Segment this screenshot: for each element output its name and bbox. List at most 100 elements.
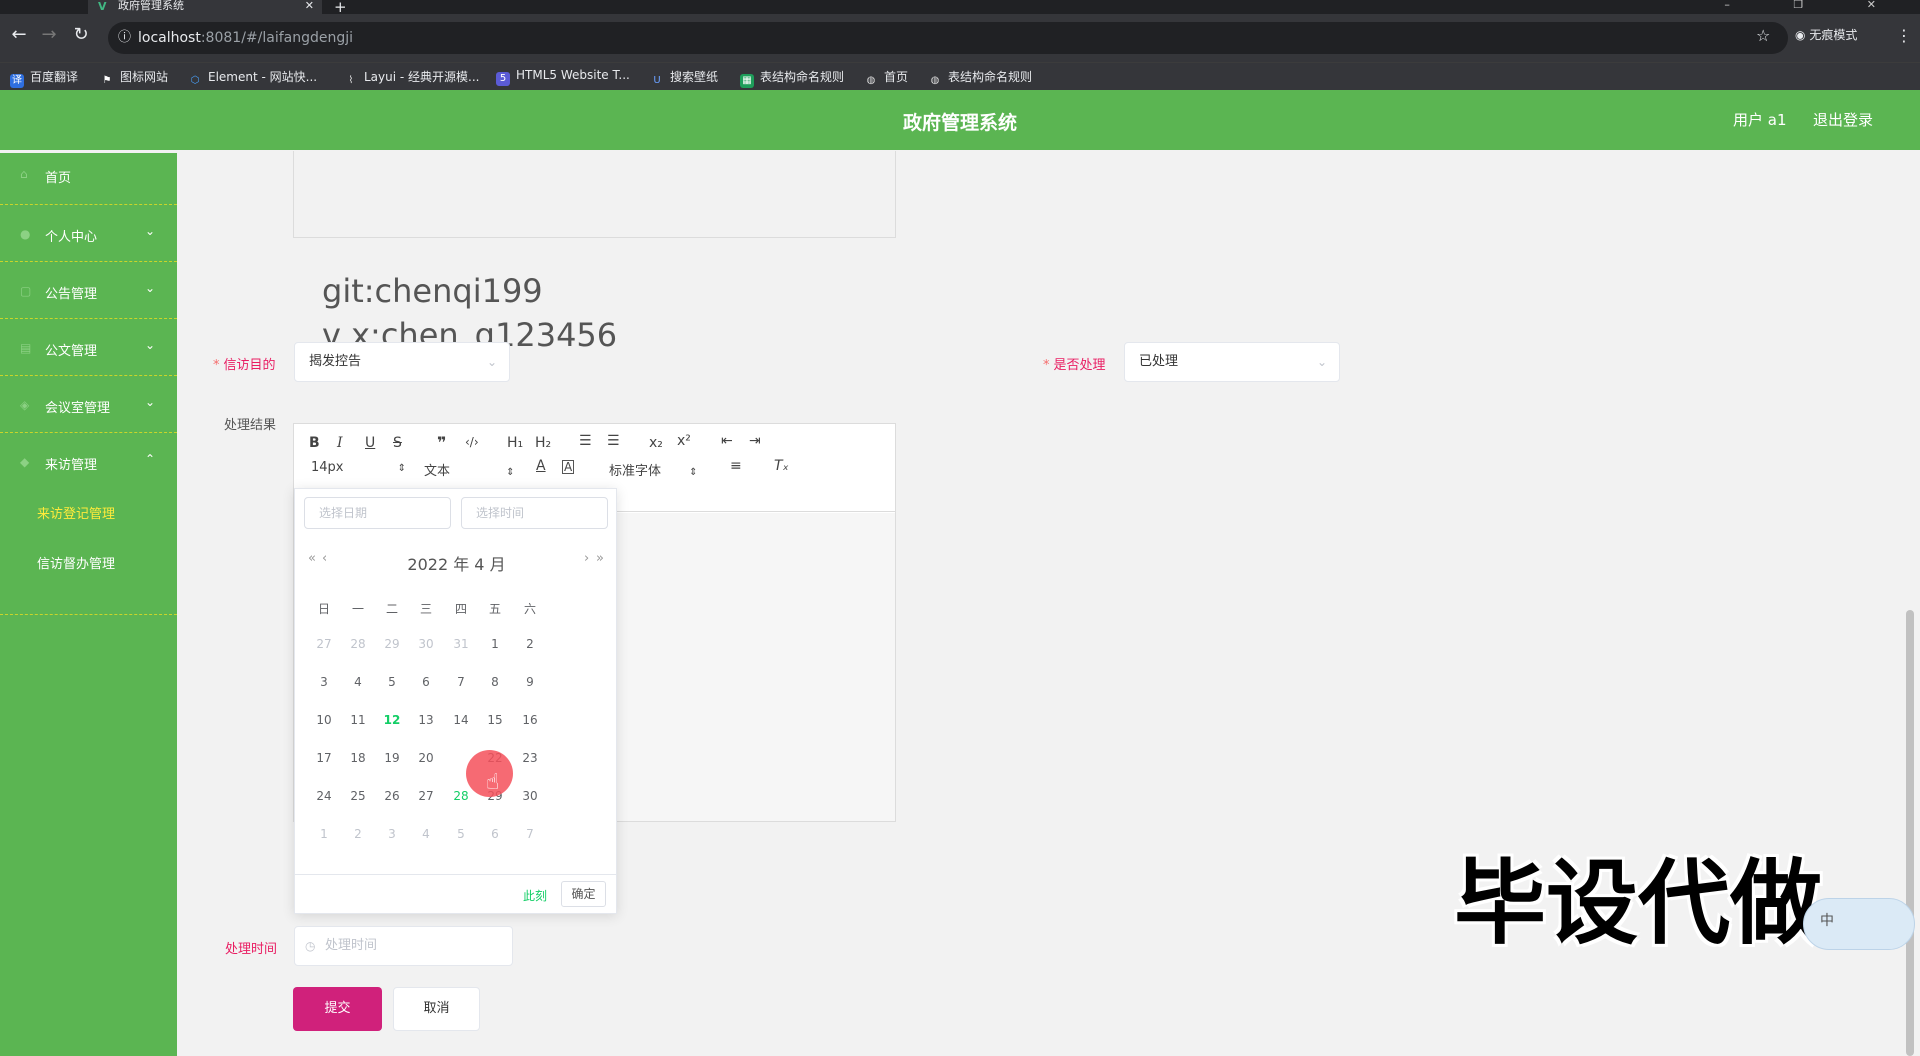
picker-time-input[interactable]: 选择时间 <box>461 497 608 529</box>
block-type-select[interactable]: 文本 ⇕ <box>424 460 515 479</box>
sidebar-item-label: 来访管理 <box>45 458 98 473</box>
bookmark-item[interactable]: 5 HTML5 Website T... <box>496 68 630 86</box>
purpose-select[interactable]: 揭发控告 ⌄ <box>294 342 510 382</box>
outdent-icon[interactable]: ⇤ <box>721 433 733 449</box>
sheet-icon: ▦ <box>740 74 754 88</box>
align-icon[interactable]: ≡ <box>730 458 742 474</box>
browser-tabbar: V 政府管理系统 ✕ + – ❐ ✕ <box>0 0 1920 16</box>
window-controls[interactable]: – ❐ ✕ <box>1724 0 1906 11</box>
ime-widget[interactable]: 中 <box>1803 898 1915 950</box>
incognito-indicator[interactable]: ◉ 无痕模式 <box>1795 26 1857 43</box>
strike-icon[interactable]: S <box>393 435 402 451</box>
bookmark-item[interactable]: ◍ 表结构命名规则 <box>928 68 1032 88</box>
sidebar-item-document[interactable]: ▤ 公文管理 ⌄ <box>0 319 177 376</box>
handle-time-input[interactable]: ◷ 处理时间 <box>294 926 513 966</box>
picker-day[interactable]: 2 <box>509 625 551 663</box>
picker-day[interactable]: 30 <box>509 777 551 815</box>
bookmark-label: HTML5 Website T... <box>516 68 630 82</box>
bullet-list-icon[interactable]: ☰ <box>607 433 620 449</box>
cancel-button[interactable]: 取消 <box>393 987 480 1031</box>
heading2-icon[interactable]: H₂ <box>535 435 551 451</box>
watermark-line: git:chenqi199 <box>322 272 543 310</box>
bookmark-item[interactable]: ⌇ Layui - 经典开源模... <box>344 68 480 88</box>
purpose-label-text: 信访目的 <box>223 358 276 373</box>
ime-mode-label: 中 <box>1820 913 1834 929</box>
subscript-icon[interactable]: x₂ <box>649 435 663 451</box>
purpose-label: * 信访目的 <box>213 354 276 373</box>
code-icon[interactable]: ‹/› <box>465 435 479 449</box>
back-icon[interactable]: ← <box>6 24 32 45</box>
chevron-down-icon: ⌄ <box>145 224 156 238</box>
browser-menu-icon[interactable]: ⋮ <box>1896 26 1912 45</box>
bookmark-item[interactable]: U 搜索壁纸 <box>650 68 718 88</box>
time-label: 处理时间 <box>225 942 278 957</box>
layui-icon: ⌇ <box>348 75 354 86</box>
sidebar-item-home[interactable]: ⌂ 首页 <box>0 153 177 205</box>
info-icon[interactable]: ⓘ <box>118 22 131 54</box>
sidebar-item-label: 首页 <box>45 171 72 186</box>
result-label: 处理结果 <box>224 418 277 433</box>
underline-icon[interactable]: U <box>365 435 375 451</box>
select-arrows-icon: ⇕ <box>397 463 407 474</box>
bookmark-item[interactable]: ▦ 表结构命名规则 <box>740 68 844 88</box>
handled-select[interactable]: 已处理 ⌄ <box>1124 342 1340 382</box>
app-header: 政府管理系统 用户 a1 退出登录 <box>0 90 1920 150</box>
picker-day[interactable]: 9 <box>509 663 551 701</box>
required-mark: * <box>1043 358 1050 373</box>
submit-button[interactable]: 提交 <box>293 987 382 1031</box>
picker-day[interactable]: 7 <box>509 815 551 853</box>
sidebar-subitem-visit-registration[interactable]: 来访登记管理 <box>0 504 177 554</box>
bookmark-item[interactable]: 译百度翻译 <box>10 68 78 88</box>
hand-cursor-icon: ☝ <box>486 770 500 795</box>
heading1-icon[interactable]: H₁ <box>507 435 523 451</box>
sidebar-subitem-petition-supervision[interactable]: 信访督办管理 <box>0 554 177 604</box>
browser-tab[interactable]: V 政府管理系统 ✕ <box>88 0 322 14</box>
forward-icon[interactable]: → <box>36 24 62 45</box>
next-year-icon[interactable]: » <box>596 551 604 566</box>
bookmark-item[interactable]: ⚑ 图标网站 <box>100 68 169 88</box>
font-color-icon[interactable]: A <box>536 458 546 474</box>
close-tab-icon[interactable]: ✕ <box>305 0 314 12</box>
logout-link[interactable]: 退出登录 <box>1813 109 1873 130</box>
browser-toolbar: ← → ↻ ⓘ localhost:8081/#/laifangdengji ☆… <box>0 14 1920 62</box>
bookmark-item[interactable]: ◍ 首页 <box>864 68 908 88</box>
sidebar-item-label: 公告管理 <box>45 287 98 302</box>
superscript-icon[interactable]: x² <box>677 433 691 449</box>
globe-icon: ◍ <box>930 75 940 86</box>
ordered-list-icon[interactable]: ☰ <box>579 433 592 449</box>
incognito-label: 无痕模式 <box>1809 28 1858 42</box>
italic-icon[interactable]: I <box>337 435 343 451</box>
clear-format-icon[interactable]: Tₓ <box>774 458 789 474</box>
font-size-select[interactable]: 14px ⇕ <box>311 460 406 475</box>
picker-day[interactable]: 16 <box>509 701 551 739</box>
bold-icon[interactable]: B <box>309 435 320 451</box>
picker-date-input[interactable]: 选择日期 <box>304 497 451 529</box>
page-scrollbar[interactable] <box>1906 610 1914 1056</box>
sidebar-item-personal[interactable]: ● 个人中心 ⌄ <box>0 205 177 262</box>
tab-title: 政府管理系统 <box>118 0 184 12</box>
chevron-down-icon: ⌄ <box>145 338 156 352</box>
picker-now-button[interactable]: 此刻 <box>523 887 547 904</box>
bookmark-item[interactable]: ⬡ Element - 网站快... <box>188 68 317 88</box>
notice-icon: ▢ <box>20 284 32 298</box>
sidebar-item-visit[interactable]: ◆ 来访管理 ⌃ <box>0 433 177 490</box>
quote-icon[interactable]: ❞ <box>437 433 446 452</box>
background-color-icon[interactable]: A <box>562 460 575 474</box>
picker-day[interactable]: 23 <box>509 739 551 777</box>
indent-icon[interactable]: ⇥ <box>749 433 761 449</box>
sidebar-item-meeting-room[interactable]: ◈ 会议室管理 ⌄ <box>0 376 177 433</box>
select-arrows-icon: ⇕ <box>689 467 698 478</box>
next-month-icon[interactable]: › <box>584 551 589 566</box>
reload-icon[interactable]: ↻ <box>68 24 94 45</box>
purpose-select-value: 揭发控告 <box>309 354 362 369</box>
picker-ok-button[interactable]: 确定 <box>561 881 606 907</box>
url-path: :8081/#/laifangdengji <box>200 30 354 46</box>
font-family-select[interactable]: 标准字体 ⇕ <box>609 460 698 479</box>
bookmark-label: 搜索壁纸 <box>670 70 719 84</box>
required-mark: * <box>213 358 220 373</box>
visit-icon: ◆ <box>20 455 30 469</box>
bookmark-star-icon[interactable]: ☆ <box>1756 26 1770 45</box>
address-bar[interactable]: ⓘ localhost:8081/#/laifangdengji <box>108 22 1788 54</box>
sidebar-item-notice[interactable]: ▢ 公告管理 ⌄ <box>0 262 177 319</box>
clock-icon: ◷ <box>305 939 316 953</box>
